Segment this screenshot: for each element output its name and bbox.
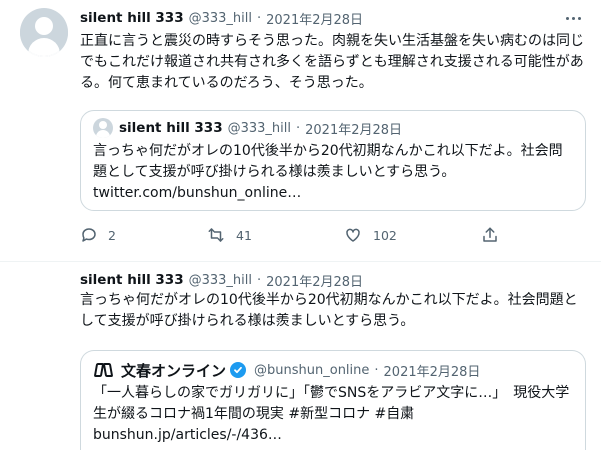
bunshun-logo <box>93 361 115 379</box>
quote-link[interactable]: bunshun.jp/articles/-/436… <box>93 427 282 443</box>
retweet-count: 41 <box>236 227 252 243</box>
quoted-tweet[interactable]: 文春オンライン @bunshun_online · 2021年2月28日 「一人… <box>80 350 586 450</box>
separator: · <box>256 272 262 288</box>
tweet-text: 正直に言うと震災の時すらそう思った。肉親を失い生活基盤を失い病むのは同じでもこれ… <box>80 33 584 91</box>
separator: · <box>256 10 262 26</box>
tweet-header: silent hill 333 @333_hill · 2021年2月28日 <box>80 9 363 28</box>
reply-count: 2 <box>108 227 116 243</box>
display-name[interactable]: silent hill 333 <box>80 10 184 26</box>
retweet-icon <box>208 228 224 242</box>
share-button[interactable] <box>481 222 499 248</box>
tweet[interactable]: silent hill 333 @333_hill · 2021年2月28日 言… <box>0 8 601 457</box>
reply-icon <box>82 228 96 242</box>
quote-timestamp: 2021年2月28日 <box>305 122 403 138</box>
more-icon[interactable] <box>563 8 583 28</box>
timestamp[interactable]: 2021年2月28日 <box>266 9 363 28</box>
quote-body: 言っちゃ何だがオレの10代後半から20代初期なんかこれ以下だよ。社会問題として支… <box>93 141 575 204</box>
display-name[interactable]: silent hill 333 <box>80 272 184 288</box>
share-icon <box>483 227 497 242</box>
quote-handle: @333_hill <box>227 120 291 136</box>
tweet[interactable]: silent hill 333 @333_hill · 2021年2月28日 正… <box>0 0 601 262</box>
handle[interactable]: @333_hill <box>189 11 252 26</box>
quote-text: 「一人暮らしの家でガリガリに」「鬱でSNSをアラビア文字に…」 現役大学生が綴る… <box>93 385 570 422</box>
verified-icon <box>230 362 247 378</box>
handle[interactable]: @333_hill <box>189 273 252 288</box>
tweet-header: silent hill 333 @333_hill · 2021年2月28日 <box>80 271 363 290</box>
quote-display-name: silent hill 333 <box>119 120 223 136</box>
quote-avatar <box>93 118 113 138</box>
quote-timestamp: 2021年2月28日 <box>383 364 481 380</box>
like-button[interactable]: 102 <box>343 222 397 248</box>
avatar[interactable] <box>20 8 68 56</box>
quoted-tweet[interactable]: silent hill 333 @333_hill · 2021年2月28日 言… <box>80 110 586 211</box>
quote-body: 「一人暮らしの家でガリガリに」「鬱でSNSをアラビア文字に…」 現役大学生が綴る… <box>93 383 575 446</box>
quote-handle: @bunshun_online <box>254 362 370 378</box>
quote-display-name: 文春オンライン <box>121 361 227 380</box>
quote-header: 文春オンライン @bunshun_online · 2021年2月28日 <box>93 361 481 380</box>
quote-text: 言っちゃ何だがオレの10代後半から20代初期なんかこれ以下だよ。社会問題として支… <box>93 143 563 180</box>
timestamp[interactable]: 2021年2月28日 <box>266 271 363 290</box>
retweet-button[interactable]: 41 <box>206 222 252 248</box>
quote-header: silent hill 333 @333_hill · 2021年2月28日 <box>93 118 403 138</box>
tweet-text: 言っちゃ何だがオレの10代後半から20代初期なんかこれ以下だよ。社会問題として支… <box>80 292 578 329</box>
action-bar: 2 41 102 <box>80 222 510 248</box>
quote-separator: · <box>295 120 301 136</box>
like-icon <box>346 228 360 242</box>
quote-link[interactable]: twitter.com/bunshun_online… <box>93 185 301 201</box>
like-count: 102 <box>373 227 397 243</box>
quote-separator: · <box>374 362 379 378</box>
reply-button[interactable]: 2 <box>80 222 116 248</box>
